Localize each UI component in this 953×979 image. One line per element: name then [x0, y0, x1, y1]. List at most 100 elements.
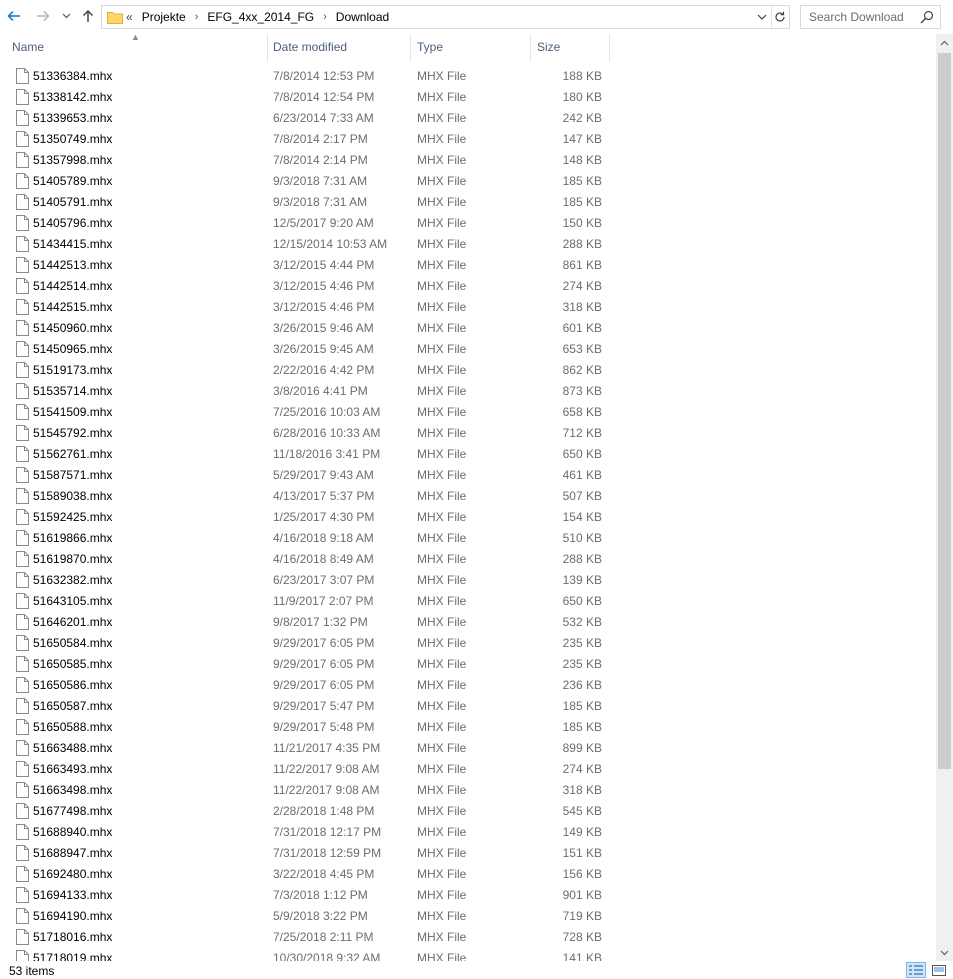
file-name[interactable]: 51589038.mhx	[33, 489, 112, 503]
file-name[interactable]: 51646201.mhx	[33, 615, 112, 629]
file-name[interactable]: 51592425.mhx	[33, 510, 112, 524]
address-history-button[interactable]	[755, 6, 769, 28]
file-row[interactable]: 51442513.mhx 3/12/2015 4:44 PM MHX File …	[0, 255, 936, 276]
file-row[interactable]: 51643105.mhx 11/9/2017 2:07 PM MHX File …	[0, 591, 936, 612]
chevron-right-icon[interactable]: ›	[323, 11, 327, 23]
details-view-button[interactable]	[906, 962, 926, 978]
breadcrumb-item-efg[interactable]: EFG_4xx_2014_FG	[207, 10, 314, 24]
file-row[interactable]: 51535714.mhx 3/8/2016 4:41 PM MHX File 8…	[0, 381, 936, 402]
file-name[interactable]: 51650585.mhx	[33, 657, 112, 671]
search-input[interactable]: Search Download	[809, 10, 904, 24]
file-row[interactable]: 51357998.mhx 7/8/2014 2:14 PM MHX File 1…	[0, 150, 936, 171]
file-row[interactable]: 51694133.mhx 7/3/2018 1:12 PM MHX File 9…	[0, 885, 936, 906]
file-row[interactable]: 51338142.mhx 7/8/2014 12:54 PM MHX File …	[0, 87, 936, 108]
file-name[interactable]: 51562761.mhx	[33, 447, 112, 461]
refresh-button[interactable]	[771, 6, 787, 28]
file-row[interactable]: 51663493.mhx 11/22/2017 9:08 AM MHX File…	[0, 759, 936, 780]
file-row[interactable]: 51718019.mhx 10/30/2018 9:32 AM MHX File…	[0, 948, 936, 961]
file-name[interactable]: 51434415.mhx	[33, 237, 112, 251]
file-row[interactable]: 51632382.mhx 6/23/2017 3:07 PM MHX File …	[0, 570, 936, 591]
file-name[interactable]: 51650588.mhx	[33, 720, 112, 734]
file-name[interactable]: 51650584.mhx	[33, 636, 112, 650]
back-button[interactable]	[4, 6, 24, 26]
column-divider[interactable]	[609, 34, 610, 62]
breadcrumb-item-projekte[interactable]: Projekte	[142, 10, 186, 24]
search-icon[interactable]	[920, 10, 934, 24]
file-name[interactable]: 51587571.mhx	[33, 468, 112, 482]
file-name[interactable]: 51632382.mhx	[33, 573, 112, 587]
breadcrumb-overflow[interactable]: «	[126, 10, 133, 24]
file-row[interactable]: 51619866.mhx 4/16/2018 9:18 AM MHX File …	[0, 528, 936, 549]
file-name[interactable]: 51338142.mhx	[33, 90, 112, 104]
file-row[interactable]: 51442515.mhx 3/12/2015 4:46 PM MHX File …	[0, 297, 936, 318]
file-name[interactable]: 51519173.mhx	[33, 363, 112, 377]
column-divider[interactable]	[410, 34, 411, 62]
file-name[interactable]: 51643105.mhx	[33, 594, 112, 608]
file-row[interactable]: 51405796.mhx 12/5/2017 9:20 AM MHX File …	[0, 213, 936, 234]
file-name[interactable]: 51442514.mhx	[33, 279, 112, 293]
file-row[interactable]: 51592425.mhx 1/25/2017 4:30 PM MHX File …	[0, 507, 936, 528]
file-name[interactable]: 51692480.mhx	[33, 867, 112, 881]
file-row[interactable]: 51663488.mhx 11/21/2017 4:35 PM MHX File…	[0, 738, 936, 759]
column-header-date-modified[interactable]: Date modified	[268, 34, 410, 62]
file-name[interactable]: 51677498.mhx	[33, 804, 112, 818]
file-name[interactable]: 51442515.mhx	[33, 300, 112, 314]
file-row[interactable]: 51336384.mhx 7/8/2014 12:53 PM MHX File …	[0, 66, 936, 87]
file-name[interactable]: 51718016.mhx	[33, 930, 112, 944]
forward-button[interactable]	[33, 6, 53, 26]
file-name[interactable]: 51405791.mhx	[33, 195, 112, 209]
recent-locations-button[interactable]	[58, 6, 74, 26]
file-row[interactable]: 51650588.mhx 9/29/2017 5:48 PM MHX File …	[0, 717, 936, 738]
file-name[interactable]: 51357998.mhx	[33, 153, 112, 167]
file-row[interactable]: 51694190.mhx 5/9/2018 3:22 PM MHX File 7…	[0, 906, 936, 927]
file-row[interactable]: 51405791.mhx 9/3/2018 7:31 AM MHX File 1…	[0, 192, 936, 213]
file-row[interactable]: 51587571.mhx 5/29/2017 9:43 AM MHX File …	[0, 465, 936, 486]
file-row[interactable]: 51442514.mhx 3/12/2015 4:46 PM MHX File …	[0, 276, 936, 297]
file-row[interactable]: 51541509.mhx 7/25/2016 10:03 AM MHX File…	[0, 402, 936, 423]
file-name[interactable]: 51405796.mhx	[33, 216, 112, 230]
file-row[interactable]: 51434415.mhx 12/15/2014 10:53 AM MHX Fil…	[0, 234, 936, 255]
file-row[interactable]: 51718016.mhx 7/25/2018 2:11 PM MHX File …	[0, 927, 936, 948]
file-name[interactable]: 51350749.mhx	[33, 132, 112, 146]
file-name[interactable]: 51663498.mhx	[33, 783, 112, 797]
up-button[interactable]	[78, 6, 98, 26]
file-row[interactable]: 51619870.mhx 4/16/2018 8:49 AM MHX File …	[0, 549, 936, 570]
file-row[interactable]: 51688940.mhx 7/31/2018 12:17 PM MHX File…	[0, 822, 936, 843]
scrollbar-thumb[interactable]	[938, 53, 951, 769]
file-name[interactable]: 51688940.mhx	[33, 825, 112, 839]
file-row[interactable]: 51663498.mhx 11/22/2017 9:08 AM MHX File…	[0, 780, 936, 801]
file-list[interactable]: 51336384.mhx 7/8/2014 12:53 PM MHX File …	[0, 66, 936, 961]
file-name[interactable]: 51405789.mhx	[33, 174, 112, 188]
file-name[interactable]: 51541509.mhx	[33, 405, 112, 419]
file-name[interactable]: 51619870.mhx	[33, 552, 112, 566]
file-name[interactable]: 51619866.mhx	[33, 531, 112, 545]
file-row[interactable]: 51545792.mhx 6/28/2016 10:33 AM MHX File…	[0, 423, 936, 444]
file-name[interactable]: 51450965.mhx	[33, 342, 112, 356]
column-divider[interactable]	[530, 34, 531, 62]
breadcrumb-item-download[interactable]: Download	[336, 10, 389, 24]
file-row[interactable]: 51677498.mhx 2/28/2018 1:48 PM MHX File …	[0, 801, 936, 822]
file-name[interactable]: 51442513.mhx	[33, 258, 112, 272]
file-name[interactable]: 51688947.mhx	[33, 846, 112, 860]
file-row[interactable]: 51405789.mhx 9/3/2018 7:31 AM MHX File 1…	[0, 171, 936, 192]
file-row[interactable]: 51692480.mhx 3/22/2018 4:45 PM MHX File …	[0, 864, 936, 885]
file-row[interactable]: 51650587.mhx 9/29/2017 5:47 PM MHX File …	[0, 696, 936, 717]
file-row[interactable]: 51688947.mhx 7/31/2018 12:59 PM MHX File…	[0, 843, 936, 864]
file-row[interactable]: 51562761.mhx 11/18/2016 3:41 PM MHX File…	[0, 444, 936, 465]
address-bar[interactable]: « Projekte › EFG_4xx_2014_FG › Download	[101, 5, 790, 29]
column-header-size[interactable]: Size	[532, 34, 609, 62]
file-name[interactable]: 51663493.mhx	[33, 762, 112, 776]
file-name[interactable]: 51694133.mhx	[33, 888, 112, 902]
file-name[interactable]: 51450960.mhx	[33, 321, 112, 335]
chevron-right-icon[interactable]: ›	[195, 11, 199, 23]
file-row[interactable]: 51650585.mhx 9/29/2017 6:05 PM MHX File …	[0, 654, 936, 675]
search-box[interactable]: Search Download	[800, 5, 941, 29]
column-header-name[interactable]: Name	[7, 34, 266, 62]
scroll-down-button[interactable]	[936, 944, 953, 961]
file-name[interactable]: 51663488.mhx	[33, 741, 112, 755]
file-row[interactable]: 51339653.mhx 6/23/2014 7:33 AM MHX File …	[0, 108, 936, 129]
file-row[interactable]: 51519173.mhx 2/22/2016 4:42 PM MHX File …	[0, 360, 936, 381]
vertical-scrollbar[interactable]	[936, 34, 953, 961]
file-name[interactable]: 51545792.mhx	[33, 426, 112, 440]
file-row[interactable]: 51350749.mhx 7/8/2014 2:17 PM MHX File 1…	[0, 129, 936, 150]
